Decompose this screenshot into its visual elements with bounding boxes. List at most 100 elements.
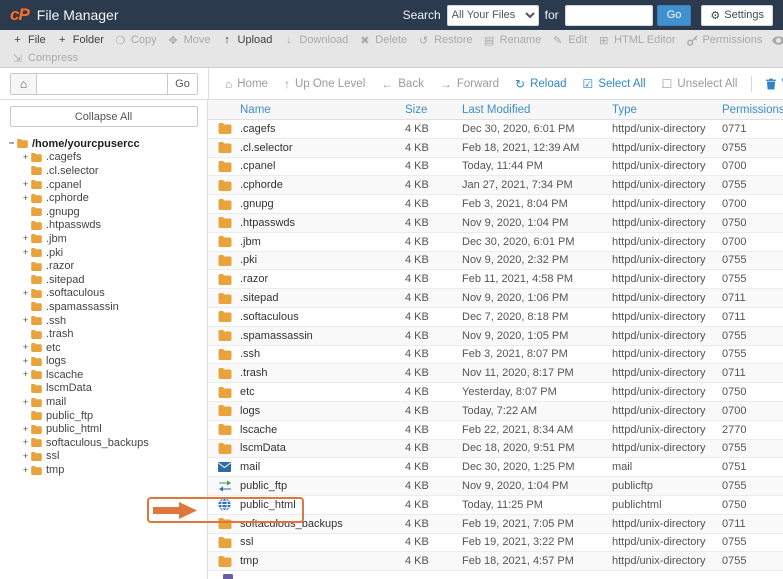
table-row-logs[interactable]: logs 4 KB Today, 7:22 AM httpd/unix-directo… — [208, 401, 783, 421]
toolbar-button-view[interactable]: View — [772, 34, 783, 46]
expand-icon[interactable]: + — [20, 369, 31, 380]
expand-icon[interactable]: + — [20, 397, 31, 408]
tree-item-ssl[interactable]: + ssl — [20, 450, 207, 464]
column-header-size[interactable]: Size — [405, 104, 462, 116]
table-row-public-html[interactable]: public_html 4 KB Today, 11:25 PM publichtml… — [208, 495, 783, 515]
settings-button[interactable]: ⚙ Settings — [701, 4, 773, 26]
tree-item-public-html[interactable]: + public_html — [20, 422, 207, 436]
search-input[interactable] — [564, 4, 653, 26]
toolbar-button-folder[interactable]: + Folder — [56, 34, 104, 46]
tree-root-item[interactable]: − /home/yourcpusercc — [6, 137, 207, 151]
table-row-lscache[interactable]: lscache 4 KB Feb 22, 2021, 8:34 AM httpd/un… — [208, 420, 783, 440]
table-row--cl-selector[interactable]: .cl.selector 4 KB Feb 18, 2021, 12:39 AM ht… — [208, 138, 783, 158]
home-icon[interactable]: ⌂ — [11, 74, 37, 94]
toolbar-button-delete[interactable]: ✖ Delete — [358, 34, 407, 47]
table-row--razor[interactable]: .razor 4 KB Feb 11, 2021, 4:58 PM httpd/uni… — [208, 270, 783, 290]
path-go-button[interactable]: Go — [167, 74, 197, 94]
expand-icon[interactable]: + — [20, 342, 31, 353]
tree-item--softaculous[interactable]: + .softaculous — [20, 287, 207, 301]
column-header-permissions[interactable]: Permissions — [722, 104, 783, 116]
tree-item-lscmdata[interactable]: lscmData — [20, 382, 207, 396]
tree-item--trash[interactable]: .trash — [20, 327, 207, 341]
table-row--ssh[interactable]: .ssh 4 KB Feb 3, 2021, 8:07 PM httpd/unix-d… — [208, 345, 783, 365]
tree-item-tmp[interactable]: + tmp — [20, 463, 207, 477]
tree-item--cphorde[interactable]: + .cphorde — [20, 191, 207, 205]
table-row--sitepad[interactable]: .sitepad 4 KB Nov 9, 2020, 1:06 PM httpd/un… — [208, 289, 783, 308]
nav-button-select-all[interactable]: ☑ Select All — [583, 77, 646, 91]
nav-button-home[interactable]: ⌂ Home — [225, 77, 268, 91]
tree-item--spamassassin[interactable]: .spamassassin — [20, 300, 207, 314]
nav-button-forward[interactable]: → Forward — [440, 77, 499, 91]
table-row--spamassassin[interactable]: .spamassassin 4 KB Nov 9, 2020, 1:05 PM htt… — [208, 326, 783, 346]
expand-icon[interactable]: + — [20, 437, 31, 448]
table-row-ssl[interactable]: ssl 4 KB Feb 19, 2021, 3:22 PM httpd/unix-d… — [208, 533, 783, 553]
collapse-all-button[interactable]: Collapse All — [9, 106, 198, 127]
expand-icon[interactable]: + — [20, 315, 31, 326]
expand-icon[interactable]: + — [20, 152, 31, 163]
nav-button-unselect-all[interactable]: ☐ Unselect All — [662, 77, 738, 91]
tree-item--razor[interactable]: .razor — [20, 259, 207, 273]
table-row--trash[interactable]: .trash 4 KB Nov 11, 2020, 8:17 PM httpd/uni… — [208, 364, 783, 384]
column-header-last-modified[interactable]: Last Modified — [462, 104, 612, 116]
tree-item--cl-selector[interactable]: .cl.selector — [20, 164, 207, 178]
toolbar-button-edit[interactable]: ✎ Edit — [551, 34, 587, 47]
table-row-tmp[interactable]: tmp 4 KB Feb 18, 2021, 4:57 PM httpd/unix-d… — [208, 552, 783, 572]
column-header-type[interactable]: Type — [612, 104, 722, 116]
expand-icon[interactable]: + — [20, 356, 31, 367]
toolbar-button-html-editor[interactable]: ⊞ HTML Editor — [597, 34, 675, 47]
expand-icon[interactable]: + — [20, 451, 31, 462]
collapse-expander-icon[interactable]: − — [6, 138, 17, 149]
nav-button-view-trash[interactable]: View Trash — [766, 78, 783, 90]
expand-icon[interactable]: + — [20, 233, 31, 244]
table-row-mail[interactable]: mail 4 KB Dec 30, 2020, 1:25 PM mail 0751 — [208, 458, 783, 478]
table-row-lscmdata[interactable]: lscmData 4 KB Dec 18, 2020, 9:51 PM httpd/u… — [208, 439, 783, 459]
table-row--pki[interactable]: .pki 4 KB Nov 9, 2020, 2:32 PM httpd/unix-d… — [208, 251, 783, 271]
toolbar-button-permissions[interactable]: Permissions — [686, 34, 762, 46]
tree-item-softaculous-backups[interactable]: + softaculous_backups — [20, 436, 207, 450]
tree-item--gnupg[interactable]: .gnupg — [20, 205, 207, 219]
tree-item--jbm[interactable]: + .jbm — [20, 232, 207, 246]
expand-icon[interactable]: + — [20, 247, 31, 258]
table-row--gnupg[interactable]: .gnupg 4 KB Feb 3, 2021, 8:04 PM httpd/unix… — [208, 195, 783, 214]
tree-item-mail[interactable]: + mail — [20, 395, 207, 409]
toolbar-button-copy[interactable]: ❍ Copy — [114, 34, 156, 47]
column-header-name[interactable]: Name — [240, 104, 405, 116]
table-row--cpanel[interactable]: .cpanel 4 KB Today, 11:44 PM httpd/unix-dir… — [208, 157, 783, 177]
table-row-softaculous-backups[interactable]: softaculous_backups 4 KB Feb 19, 2021, 7:0… — [208, 514, 783, 534]
tree-item-logs[interactable]: + logs — [20, 355, 207, 369]
search-scope-select[interactable]: All Your Files — [446, 4, 539, 26]
nav-button-up-one-level[interactable]: ↑ Up One Level — [284, 77, 365, 91]
toolbar-button-move[interactable]: ✥ Move — [167, 34, 211, 47]
table-row--cagefs[interactable]: .cagefs 4 KB Dec 30, 2020, 6:01 PM httpd/un… — [208, 120, 783, 139]
search-go-button[interactable]: Go — [656, 4, 692, 26]
toolbar-button-compress[interactable]: ⇲ Compress — [11, 52, 78, 65]
tree-item--htpasswds[interactable]: .htpasswds — [20, 219, 207, 233]
toolbar-button-restore[interactable]: ↺ Restore — [417, 34, 473, 47]
nav-button-back[interactable]: ← Back — [381, 77, 424, 91]
expand-icon[interactable]: + — [20, 179, 31, 190]
nav-button-reload[interactable]: ↻ Reload — [515, 77, 567, 91]
table-row-etc[interactable]: etc 4 KB Yesterday, 8:07 PM httpd/unix-dire… — [208, 383, 783, 402]
toolbar-button-upload[interactable]: ↑ Upload — [221, 34, 272, 46]
expand-icon[interactable]: + — [20, 288, 31, 299]
tree-item--cagefs[interactable]: + .cagefs — [20, 151, 207, 165]
table-row--cphorde[interactable]: .cphorde 4 KB Jan 27, 2021, 7:34 PM httpd/u… — [208, 176, 783, 196]
tree-item--sitepad[interactable]: .sitepad — [20, 273, 207, 287]
expand-icon[interactable]: + — [20, 424, 31, 435]
toolbar-button-download[interactable]: ↓ Download — [282, 34, 348, 46]
table-row--jbm[interactable]: .jbm 4 KB Dec 30, 2020, 6:01 PM httpd/unix-… — [208, 232, 783, 252]
toolbar-button-file[interactable]: + File — [11, 34, 45, 46]
table-row--htpasswds[interactable]: .htpasswds 4 KB Nov 9, 2020, 1:04 PM httpd/… — [208, 213, 783, 233]
tree-item-lscache[interactable]: + lscache — [20, 368, 207, 382]
tree-item-public-ftp[interactable]: public_ftp — [20, 409, 207, 423]
table-row--softaculous[interactable]: .softaculous 4 KB Dec 7, 2020, 8:18 PM http… — [208, 307, 783, 327]
tree-item-etc[interactable]: + etc — [20, 341, 207, 355]
tree-item--pki[interactable]: + .pki — [20, 246, 207, 260]
tree-item--cpanel[interactable]: + .cpanel — [20, 178, 207, 192]
expand-icon[interactable]: + — [20, 465, 31, 476]
table-row-public-ftp[interactable]: public_ftp 4 KB Nov 9, 2020, 1:04 PM public… — [208, 477, 783, 496]
path-input[interactable] — [37, 74, 167, 94]
expand-icon[interactable]: + — [20, 193, 31, 204]
tree-item--ssh[interactable]: + .ssh — [20, 314, 207, 328]
toolbar-button-rename[interactable]: ▤ Rename — [483, 34, 541, 47]
